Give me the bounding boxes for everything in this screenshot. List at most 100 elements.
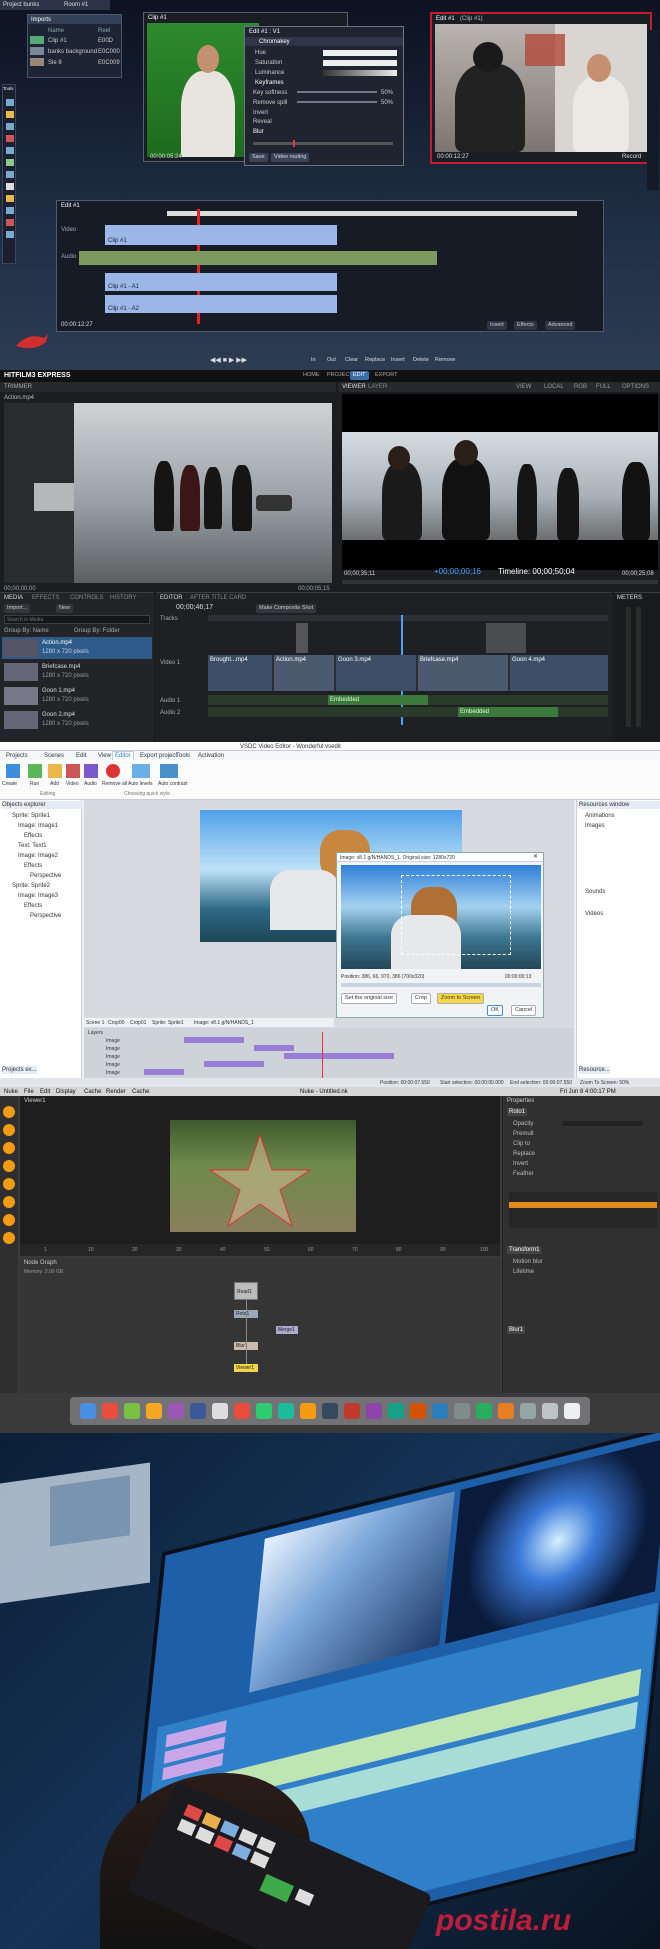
tool-icon[interactable] [6,195,14,202]
crop-button[interactable]: Crop [411,993,431,1004]
clear-button[interactable]: Clear [342,356,361,365]
add-icon[interactable] [48,764,62,778]
tab-trimmer[interactable]: TRIMMER [4,383,32,391]
key[interactable] [231,1843,252,1861]
tab-media[interactable]: MEDIA [4,594,23,602]
dock-icon[interactable] [256,1403,272,1419]
tree-item[interactable]: Perspective [30,912,61,920]
tool-icon[interactable] [3,1214,15,1226]
menu-item[interactable]: Cache [84,1088,101,1096]
key[interactable] [219,1820,240,1838]
timeline-clip[interactable]: Clip #1 - A2 [105,295,337,313]
projects-explorer-tab[interactable]: Projects ex... [2,1066,37,1074]
resources-item[interactable]: Animations [585,812,615,820]
rewind-icon[interactable]: ◀◀ ■ ▶ ▶▶ [210,357,247,365]
node-read[interactable]: Read1 [234,1282,258,1300]
key[interactable] [238,1828,258,1846]
key[interactable] [294,1888,315,1907]
dock-icon[interactable] [454,1403,470,1419]
rgb-option[interactable]: RGB [574,383,587,391]
column-reel[interactable]: Reel [98,27,110,35]
tool-icon[interactable] [3,1196,15,1208]
audio-clip[interactable]: Embedded [328,695,428,705]
opacity-slider[interactable] [563,1121,643,1126]
scene-tab[interactable]: Scene 1 [86,1019,104,1027]
tree-item[interactable]: Perspective [30,872,61,880]
remove-button[interactable]: Remove [432,356,458,365]
timeline-clip[interactable] [254,1045,294,1051]
tab-history[interactable]: HISTORY [110,594,136,602]
add-button[interactable]: Add [50,780,59,788]
insert-transport-button[interactable]: Insert [388,356,408,365]
key[interactable] [195,1826,215,1845]
record-label[interactable]: Record [622,153,641,161]
chromakey-label[interactable]: Chromakey [259,38,290,46]
menu-export[interactable]: Export project [140,752,177,760]
tool-icon[interactable] [3,1178,15,1190]
ok-button[interactable]: OK [487,1005,503,1016]
dock-icon[interactable] [80,1403,96,1419]
tab-layer[interactable]: LAYER [368,383,387,391]
options-option[interactable]: OPTIONS [622,383,649,391]
timeline-clip[interactable]: Action.mp4 [274,655,334,691]
effects-button[interactable]: Effects [514,321,537,330]
timeline-clip[interactable] [144,1069,184,1075]
tree-item[interactable]: Effects [24,902,42,910]
menu-item[interactable]: Render [106,1088,126,1096]
dock-icon[interactable] [432,1403,448,1419]
hue-slider[interactable] [323,50,397,56]
create-button[interactable]: Create [2,780,17,788]
import-row-name[interactable]: Clip #1 [48,37,67,45]
timeline-clip[interactable]: Clip #1 - A1 [105,273,337,291]
saturation-slider[interactable] [323,60,397,66]
group-by-name[interactable]: Group By: Name [4,627,49,635]
tool-icon[interactable] [6,135,14,142]
remove-all-button[interactable]: Remove all [102,780,127,788]
scene-tab[interactable]: Crop00 [108,1019,124,1027]
tab-editor[interactable]: EDITOR [160,594,183,602]
project-title[interactable]: Project bunks [3,1,39,9]
timeline-clip[interactable] [184,1037,244,1043]
tool-icon[interactable] [6,99,14,106]
scene-tab[interactable]: Crop01 [130,1019,146,1027]
remove-spill-slider[interactable] [297,101,377,103]
tool-icon[interactable] [6,147,14,154]
menu-item[interactable]: File [24,1088,34,1096]
key[interactable] [259,1873,295,1903]
audio-icon[interactable] [84,764,98,778]
size-dropdown[interactable]: Set the original size [341,993,397,1004]
save-button[interactable]: Save [249,153,268,162]
zoom-to-screen-button[interactable]: Zoom to Screen [437,993,485,1004]
menu-item[interactable]: Display [56,1088,76,1096]
tool-icon[interactable] [6,207,14,214]
overlay-clip[interactable] [296,623,308,653]
key-param[interactable]: Reveal [253,118,272,126]
tool-icon[interactable] [6,171,14,178]
close-icon[interactable]: ✕ [533,853,538,861]
scene-tab[interactable]: Image: v8.1 g/N/HANDS_1 [194,1019,254,1027]
tree-item[interactable]: Effects [24,862,42,870]
media-item[interactable]: Goon 1.mp4 1280 x 720 pixels [2,685,152,707]
tab-after-title-card[interactable]: AFTER TITLE CARD [190,594,246,602]
advanced-button[interactable]: Advanced [545,321,576,330]
resources-item[interactable]: Images [585,822,605,830]
luminance-slider[interactable] [323,70,397,76]
column-name[interactable]: Name [48,27,64,35]
menu-activation[interactable]: Activation [198,752,224,760]
video-icon[interactable] [66,764,80,778]
prop-section[interactable]: Blur1 [507,1326,526,1334]
node-merge[interactable]: Merge1 [276,1326,298,1334]
dock-icon[interactable] [234,1403,250,1419]
video-button[interactable]: Video [66,780,79,788]
tool-icon[interactable] [6,111,14,118]
key[interactable] [176,1818,197,1837]
timeline-clip[interactable] [284,1053,394,1059]
run-icon[interactable] [28,764,42,778]
dock-icon[interactable] [300,1403,316,1419]
room-tab[interactable]: Room #1 [64,1,88,9]
dock-icon[interactable] [278,1403,294,1419]
tool-icon[interactable] [6,219,14,226]
create-icon[interactable] [6,764,20,778]
import-row-name[interactable]: Sle 8 [48,59,62,67]
tab-export[interactable]: EXPORT [372,371,401,380]
